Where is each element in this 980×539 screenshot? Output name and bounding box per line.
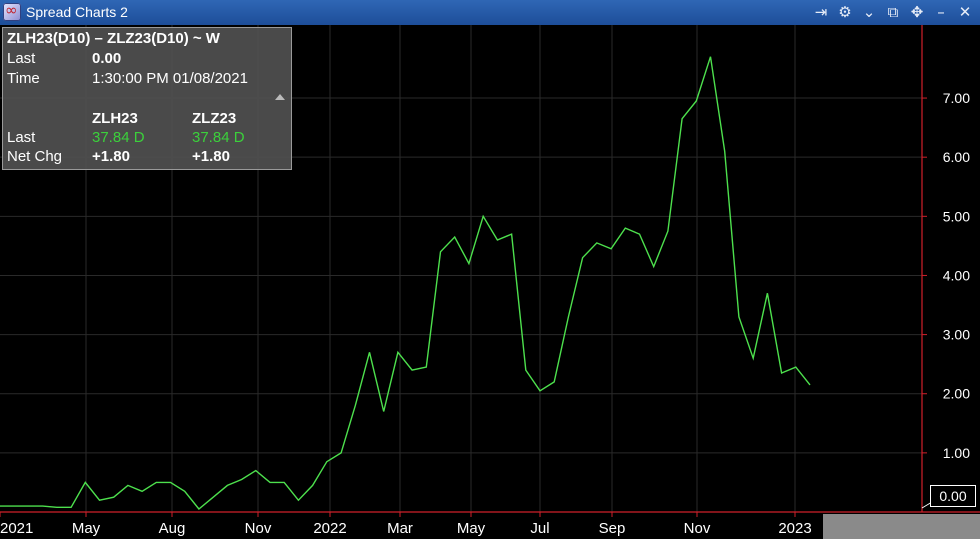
export-icon[interactable]: ⇥ (812, 2, 830, 22)
restore-icon[interactable]: ⧉ (884, 2, 902, 22)
tooltip-collapse-icon[interactable] (275, 94, 285, 100)
tooltip-last-value: 0.00 (92, 50, 122, 67)
gear-icon[interactable]: ⚙ (836, 2, 854, 22)
horizontal-scrollbar[interactable] (823, 514, 980, 539)
x-tick-label: Jul (530, 520, 549, 537)
data-tooltip: ZLH23(D10) – ZLZ23(D10) ~ W Last 0.00 Ti… (2, 27, 292, 170)
x-tick-label: 2023 (778, 520, 811, 537)
tooltip-row-netchg-col1: +1.80 (92, 148, 130, 165)
title-bar[interactable]: Spread Charts 2 ⇥ ⚙ ⌄ ⧉ ✥ – ✕ (0, 0, 980, 25)
x-tick-label: Sep (599, 520, 626, 537)
close-icon[interactable]: ✕ (956, 2, 974, 22)
x-tick-label: Aug (159, 520, 186, 537)
tooltip-row-netchg-label: Net Chg (7, 148, 63, 165)
tooltip-col2-header: ZLZ23 (192, 110, 237, 127)
x-tick-label: 2022 (313, 520, 346, 537)
y-tick-label: 4.00 (943, 267, 970, 283)
y-tick-label: 3.00 (943, 327, 970, 343)
tooltip-row-netchg-col2: +1.80 (192, 148, 230, 165)
x-tick-label: May (457, 520, 486, 537)
app-logo-icon (3, 1, 21, 21)
minimize-icon[interactable]: – (932, 2, 950, 22)
tooltip-time-label: Time (7, 70, 40, 87)
y-tick-label: 6.00 (943, 149, 970, 165)
move-icon[interactable]: ✥ (908, 2, 926, 22)
y-tick-label: 2.00 (943, 386, 970, 402)
last-price-label: 0.00 (930, 485, 976, 507)
tooltip-col1-header: ZLH23 (92, 110, 138, 127)
tooltip-row-last-col1: 37.84 D (92, 129, 145, 146)
x-tick-label: 2021 (0, 520, 33, 537)
y-tick-label: 5.00 (943, 208, 970, 224)
x-tick-label: Nov (684, 520, 711, 537)
y-tick-label: 7.00 (943, 90, 970, 106)
tooltip-row-last-label: Last (7, 129, 36, 146)
x-tick-label: Mar (387, 520, 413, 537)
y-tick-label: 1.00 (943, 445, 970, 461)
window-title: Spread Charts 2 (26, 4, 128, 20)
tooltip-last-label: Last (7, 50, 36, 67)
tooltip-time-value: 1:30:00 PM 01/08/2021 (92, 70, 248, 87)
x-tick-label: Nov (245, 520, 272, 537)
chevron-down-icon[interactable]: ⌄ (860, 2, 878, 22)
x-tick-label: May (72, 520, 101, 537)
tooltip-row-last-col2: 37.84 D (192, 129, 245, 146)
tooltip-heading: ZLH23(D10) – ZLZ23(D10) ~ W (7, 30, 220, 47)
